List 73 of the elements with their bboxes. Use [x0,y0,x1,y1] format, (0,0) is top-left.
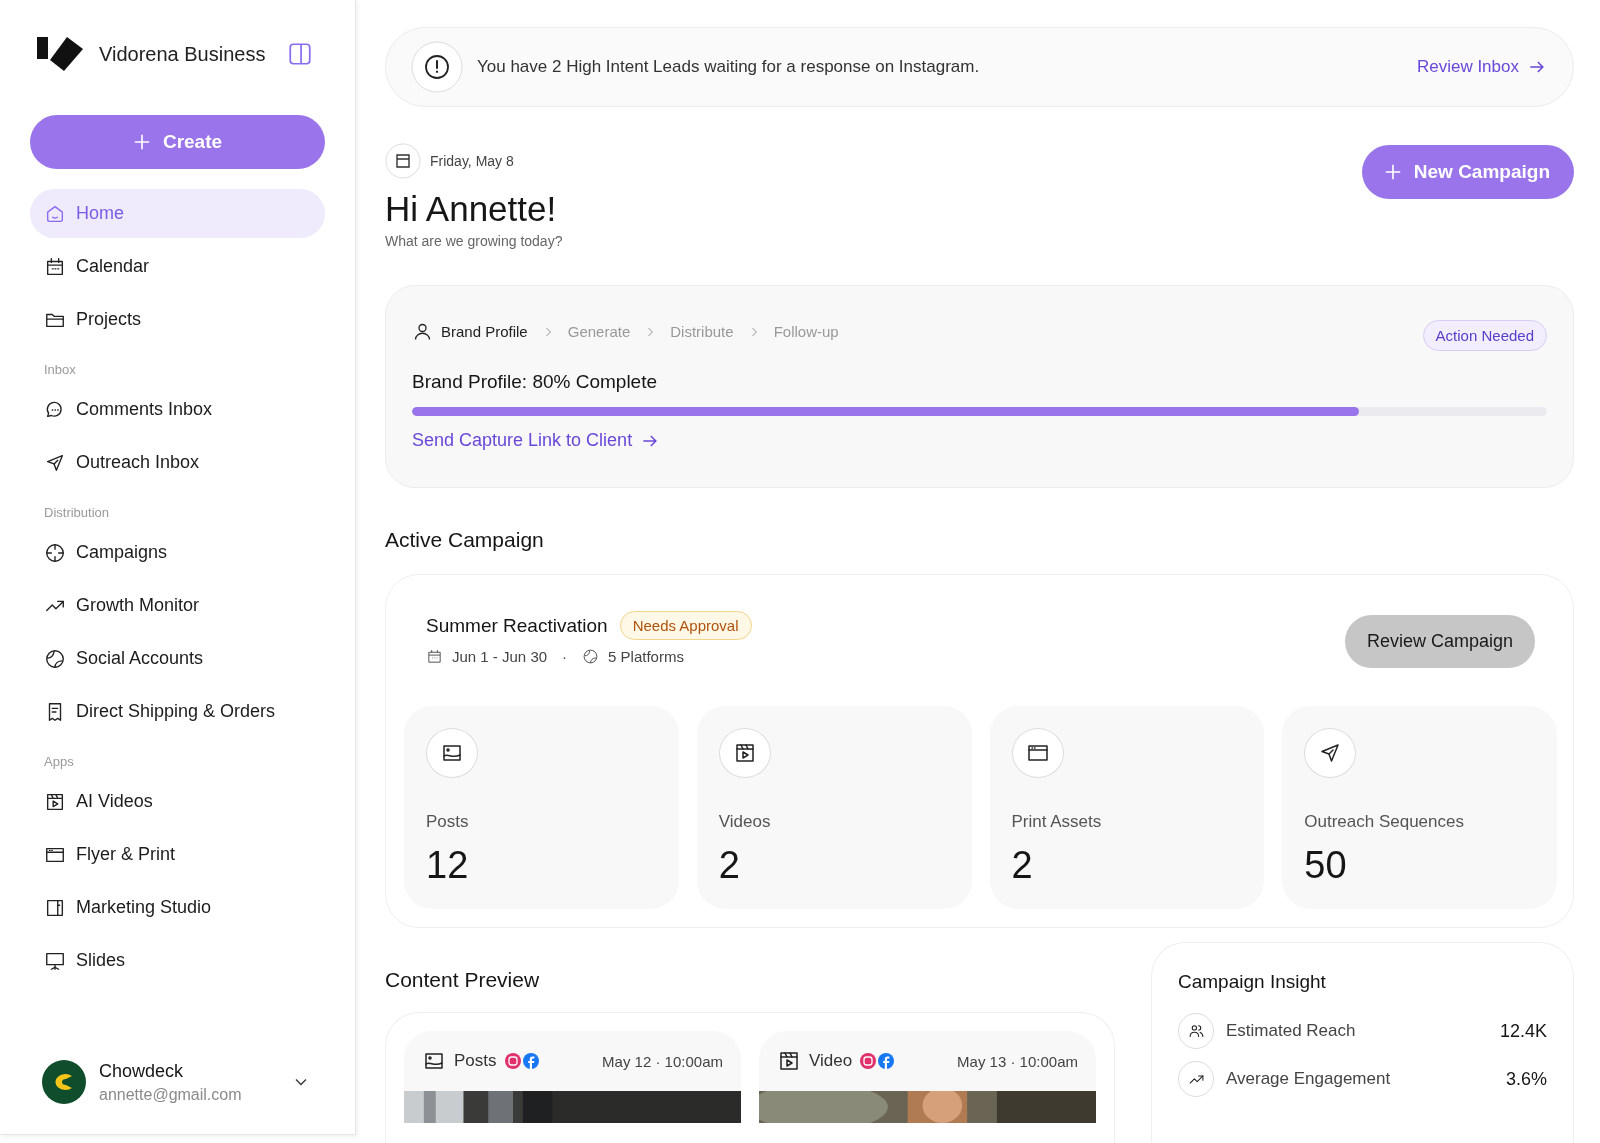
stat-value: 2 [1011,844,1034,887]
nav-item[interactable]: Calendar [30,242,325,291]
social-platform-icons [504,1052,541,1070]
greeting-subtitle: What are we growing today? [385,233,563,249]
calendar-icon [44,255,66,278]
status-badge: Needs Approval [619,611,752,640]
nav-item[interactable]: Comments Inbox [30,385,325,434]
greeting-heading: Hi Annette! [385,189,558,229]
globe-icon [44,647,66,670]
status-badge: Action Needed [1422,320,1547,351]
chevron-right-icon [646,325,655,338]
plus-icon [1383,163,1402,181]
account-name: Chowdeck [99,1060,185,1082]
stat-value: 2 [718,844,741,887]
stat-label: Posts [426,812,470,832]
review-campaign-button[interactable]: Review Campaign [1344,615,1535,668]
nav-section-label: Apps [43,754,75,769]
nav-section-label: Distribution [43,505,111,520]
calendar-icon [385,143,421,179]
progress-title: Brand Profile: 80% Complete [412,371,658,393]
section-heading: Content Preview [385,968,541,992]
nav-item[interactable]: Slides [30,936,325,985]
stat-label: Outreach Sequences [1304,812,1465,832]
review-inbox-link[interactable]: Review Inbox [1416,57,1547,77]
campaign-name: Summer Reactivation [426,614,608,637]
social-platform-icons [860,1052,897,1070]
calendar-icon [426,648,443,665]
platform-count: 5 Platforms [608,648,684,665]
crosshair-icon [44,541,66,564]
nav-item[interactable]: Projects [30,295,325,344]
nav-item[interactable]: Direct Shipping & Orders [30,687,325,736]
nav-item[interactable]: Growth Monitor [30,581,325,630]
send-capture-link[interactable]: Send Capture Link to Client [412,430,1547,451]
date-label: Friday, May 8 [430,153,514,169]
metric-value: 3.6% [1505,1068,1547,1090]
video-icon [777,1049,801,1073]
logo-icon [37,37,83,71]
plus-icon [132,133,151,151]
stat-value: 12 [426,844,470,887]
step-tab[interactable]: Brand Profile [412,321,528,342]
nav-item[interactable]: Social Accounts [30,634,325,683]
globe-icon [582,648,600,665]
metric-label: Average Engagement [1226,1069,1392,1089]
nav-item[interactable]: Campaigns [30,528,325,577]
insight-title: Campaign Insight [1178,971,1327,993]
metric-label: Estimated Reach [1226,1021,1357,1041]
brand-name: Vidorena Business [99,42,267,66]
account-email: annette@gmail.com [99,1085,243,1104]
nav-item[interactable]: Flyer & Print [30,830,325,879]
nav-item[interactable]: Outreach Inbox [30,438,325,487]
section-heading: Active Campaign [385,528,545,552]
people-icon [1187,1022,1205,1040]
campaign-dates: Jun 1 - Jun 30 [452,648,548,665]
schedule-time: May 13 · 10:00am [957,1052,1078,1070]
nav-section-label: Inbox [43,362,77,377]
user-icon [412,321,433,342]
stat-label: Videos [718,812,772,832]
avatar-icon [42,1060,86,1104]
chevron-right-icon [749,325,758,338]
alert-message: You have 2 High Intent Leads waiting for a response on Instagram. [477,57,981,77]
content-type: Video [809,1051,853,1071]
nav-item[interactable]: AI Videos [30,777,325,826]
nav-item[interactable]: Marketing Studio [30,883,325,932]
exclamation-icon [411,41,463,93]
chevron-right-icon [543,325,552,338]
content-type: Posts [454,1051,497,1071]
stat-value: 50 [1304,844,1348,887]
sidebar-toggle-icon[interactable] [287,41,313,67]
metric-value: 12.4K [1499,1020,1547,1042]
stat-label: Print Assets [1011,812,1103,832]
separator-dot: · [562,648,568,665]
nav-item[interactable]: Home [30,189,325,238]
schedule-time: May 12 · 10:00am [602,1052,723,1070]
